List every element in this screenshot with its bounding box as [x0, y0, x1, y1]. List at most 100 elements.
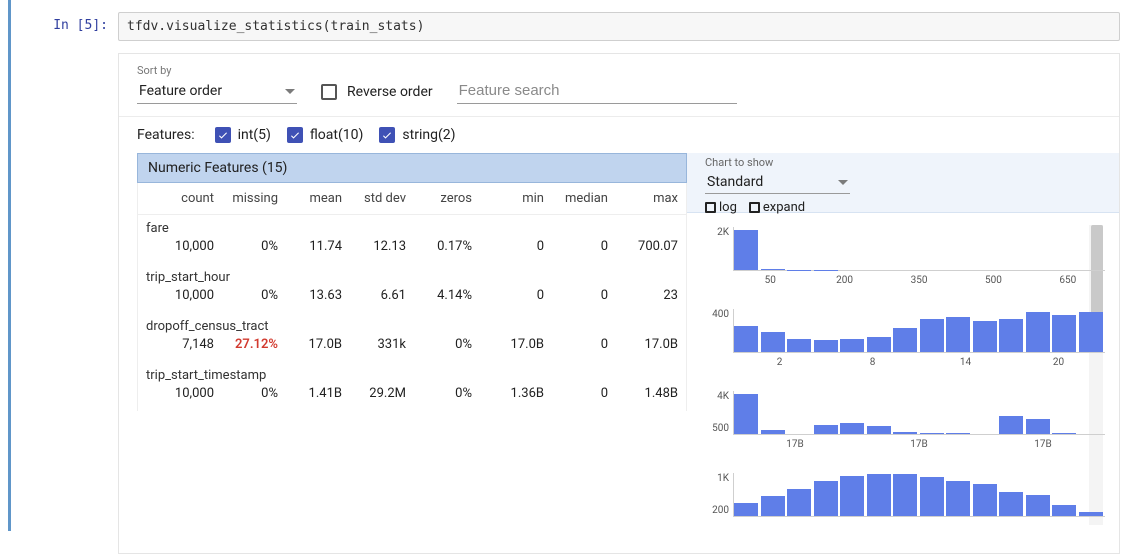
y-tick: 4K	[701, 391, 729, 402]
mini-histogram[interactable]: 1K200	[705, 471, 1105, 551]
x-tick: 17B	[733, 439, 857, 450]
cell: 6.61	[348, 285, 412, 313]
col-mean[interactable]: mean	[284, 183, 348, 214]
feature-block: dropoff_census_tract7,14827.12%17.0B331k…	[137, 313, 687, 362]
bar	[814, 481, 838, 516]
bar	[1026, 419, 1050, 434]
feature-name[interactable]: fare	[138, 215, 686, 236]
x-tick: 2	[733, 357, 826, 368]
bar	[814, 340, 838, 352]
mini-histogram[interactable]: 400281420	[705, 307, 1105, 387]
feature-stats-row: 10,0000%13.636.614.14%0023	[138, 285, 686, 313]
bar	[734, 326, 758, 352]
table-body: fare10,0000%11.7412.130.17%00700.07trip_…	[137, 215, 687, 411]
mini-histogram[interactable]: 4K50017B17B17B	[705, 389, 1105, 469]
bar	[734, 230, 758, 270]
bar	[920, 319, 944, 352]
cell: 17.0B	[284, 334, 348, 362]
section-header[interactable]: Numeric Features (15)	[137, 153, 687, 183]
feature-name[interactable]: dropoff_census_tract	[138, 313, 686, 334]
col-missing[interactable]: missing	[220, 183, 284, 214]
cell: 0%	[220, 383, 284, 411]
checkbox-checked-icon	[287, 127, 303, 143]
bar	[1052, 505, 1076, 516]
cell: 13.63	[284, 285, 348, 313]
cell: 0	[550, 334, 614, 362]
reverse-order-toggle[interactable]: Reverse order	[321, 84, 433, 104]
cell: 0	[478, 285, 550, 313]
cell: 4.14%	[412, 285, 478, 313]
bar	[1079, 512, 1103, 516]
bar	[1026, 495, 1050, 516]
sort-by-select[interactable]: Feature order	[137, 80, 297, 104]
output-area: Sort by Feature order Reverse order Feat…	[118, 53, 1120, 554]
chart-canvas	[733, 309, 1105, 353]
x-tick: 200	[807, 275, 881, 286]
log-toggle[interactable]: log	[705, 200, 737, 215]
bar	[920, 477, 944, 516]
notebook-cell: In [5]: tfdv.visualize_statistics(train_…	[0, 0, 1124, 41]
feature-stats-row: 10,0000%11.7412.130.17%00700.07	[138, 236, 686, 264]
toggle-int[interactable]: int(5)	[215, 127, 271, 143]
col-min[interactable]: min	[478, 183, 550, 214]
cell: 0	[550, 285, 614, 313]
bar	[1079, 312, 1103, 352]
bar	[814, 425, 838, 434]
cell: 17.0B	[478, 334, 550, 362]
col-stddev[interactable]: std dev	[348, 183, 412, 214]
x-ticks: 50200350500650	[733, 275, 1105, 286]
x-tick: 17B	[857, 439, 981, 450]
cell: 23	[614, 285, 684, 313]
bar	[734, 394, 758, 434]
stats-table: Numeric Features (15) count missing mean…	[137, 153, 687, 553]
x-tick: 500	[956, 275, 1030, 286]
cell: 7,148	[138, 334, 220, 362]
checkbox-icon	[321, 84, 337, 100]
bar	[1026, 312, 1050, 352]
feature-block: trip_start_hour10,0000%13.636.614.14%002…	[137, 264, 687, 313]
chart-type-select[interactable]: Standard	[705, 172, 850, 194]
col-median[interactable]: median	[550, 183, 614, 214]
chevron-down-icon	[285, 89, 295, 94]
feature-stats-row: 10,0000%1.41B29.2M0%1.36B01.48B	[138, 383, 686, 411]
cell: 0%	[220, 236, 284, 264]
x-ticks: 17B17B17B	[733, 439, 1105, 450]
toggle-float[interactable]: float(10)	[287, 127, 364, 143]
feature-block: trip_start_timestamp10,0000%1.41B29.2M0%…	[137, 362, 687, 411]
bar	[787, 489, 811, 516]
x-tick: 14	[919, 357, 1012, 368]
bar	[840, 339, 864, 352]
cell: 1.36B	[478, 383, 550, 411]
cell: 331k	[348, 334, 412, 362]
x-tick: 350	[882, 275, 956, 286]
bar	[840, 476, 864, 516]
feature-search-input[interactable]	[457, 78, 737, 104]
x-ticks: 281420	[733, 357, 1105, 368]
bar	[761, 496, 785, 516]
feature-name[interactable]: trip_start_timestamp	[138, 362, 686, 383]
bar	[999, 416, 1023, 434]
cell: 700.07	[614, 236, 684, 264]
expand-toggle[interactable]: expand	[749, 200, 805, 215]
bar	[973, 484, 997, 516]
x-tick: 650	[1031, 275, 1105, 286]
feature-name[interactable]: trip_start_hour	[138, 264, 686, 285]
bar	[893, 328, 917, 352]
col-max[interactable]: max	[614, 183, 684, 214]
bar	[761, 269, 785, 270]
bar	[867, 337, 891, 352]
x-tick: 20	[1012, 357, 1105, 368]
chevron-down-icon	[838, 180, 848, 185]
bar	[893, 432, 917, 434]
col-count[interactable]: count	[138, 183, 220, 214]
cell: 27.12%	[220, 334, 284, 362]
y-tick: 400	[701, 309, 729, 320]
mini-histogram[interactable]: 2K50200350500650	[705, 225, 1105, 305]
col-zeros[interactable]: zeros	[412, 183, 478, 214]
reverse-order-label: Reverse order	[347, 84, 433, 100]
toggle-string[interactable]: string(2)	[379, 127, 455, 143]
cell: 29.2M	[348, 383, 412, 411]
x-tick: 50	[733, 275, 807, 286]
code-input-box[interactable]: tfdv.visualize_statistics(train_stats)	[118, 12, 1120, 41]
int-label: int(5)	[238, 127, 271, 143]
